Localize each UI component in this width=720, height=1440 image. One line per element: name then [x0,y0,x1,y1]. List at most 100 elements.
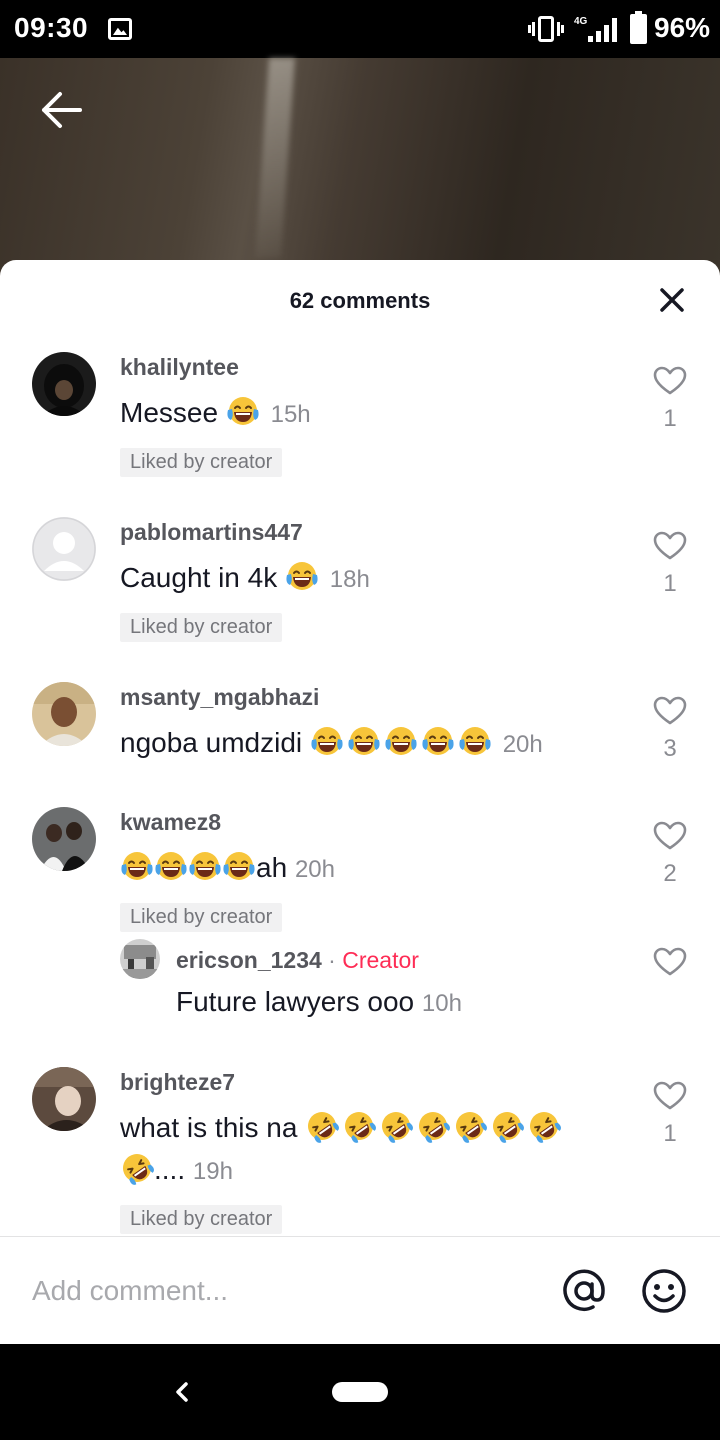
comment-text: what is this na .... 19h [120,1107,630,1193]
nav-back-button[interactable] [168,1372,194,1412]
comment-body: Caught in 4k [120,562,278,593]
comment-username[interactable]: pablomartins447 [120,509,630,547]
avatar[interactable] [32,682,96,746]
rolling-on-floor-laughing-emoji-icon [490,1109,524,1143]
separator-dot: · [328,947,336,973]
arrow-left-icon [42,92,82,128]
comment-input[interactable] [32,1267,532,1315]
reply-body: Future lawyers ooo [176,986,415,1017]
like-count: 1 [663,405,677,432]
heart-icon [653,696,687,726]
comment-item[interactable]: kwamez8 ah 20h Liked by creator 2 [0,799,720,939]
rolling-on-floor-laughing-emoji-icon [453,1109,487,1143]
comment-text: Caught in 4k 18h [120,557,630,601]
comment-time: 19h [192,1158,233,1185]
system-nav-bar [0,1344,720,1440]
comment-tail: .... [154,1154,186,1185]
back-button[interactable] [38,90,84,130]
tears-of-joy-emoji-icon [154,849,188,883]
tears-of-joy-emoji-icon [458,724,492,758]
avatar[interactable] [32,352,96,416]
sheet-header: 62 comments [0,260,720,344]
like-button[interactable] [650,947,690,982]
reply-username-line: ericson_1234 · Creator [176,939,630,975]
vibrate-icon [528,16,564,42]
tears-of-joy-emoji-icon [120,849,154,883]
tears-of-joy-emoji-icon [222,849,256,883]
battery-icon [630,11,647,44]
rolling-on-floor-laughing-emoji-icon [342,1109,376,1143]
heart-icon [653,531,687,561]
rolling-on-floor-laughing-emoji-icon [527,1109,561,1143]
tears-of-joy-emoji-icon [384,724,418,758]
heart-icon [653,366,687,396]
comment-count-title: 62 comments [289,288,431,313]
comment-item[interactable]: pablomartins447 Caught in 4k 18h Liked b… [0,509,720,674]
liked-by-creator-badge: Liked by creator [120,1205,283,1234]
avatar[interactable] [32,1067,96,1131]
like-count: 1 [663,1120,677,1147]
avatar[interactable] [32,807,96,871]
comment-time: 20h [502,731,543,758]
rolling-on-floor-laughing-emoji-icon [416,1109,450,1143]
comment-time: 15h [270,401,311,428]
video-background[interactable] [0,58,720,288]
smiley-icon [642,1269,686,1313]
reply-time: 10h [421,990,462,1017]
heart-icon [653,1081,687,1111]
status-bar: 09:30 4G 96% [0,0,720,58]
comment-composer [0,1236,720,1344]
reply-username[interactable]: ericson_1234 [176,947,322,973]
comment-text: Messee 15h [120,392,630,436]
tears-of-joy-emoji-icon [421,724,455,758]
comment-username[interactable]: msanty_mgabhazi [120,674,630,712]
comment-item[interactable]: msanty_mgabhazi ngoba umdzidi 20h 3 [0,674,720,799]
close-button[interactable] [656,284,688,316]
like-count: 1 [663,570,677,597]
like-button[interactable]: 3 [650,696,690,763]
like-button[interactable]: 1 [650,366,690,433]
liked-by-creator-badge: Liked by creator [120,448,283,477]
emoji-button[interactable] [640,1267,688,1315]
heart-icon [653,947,687,977]
status-time: 09:30 [14,12,89,43]
comments-sheet: 62 comments khalilyntee Messee 15h Liked… [0,260,720,1344]
avatar[interactable] [32,517,96,581]
video-light-streak [255,58,295,258]
mention-button[interactable] [560,1267,608,1315]
like-count: 3 [663,735,677,762]
signal-icon [588,18,620,42]
close-icon [660,288,684,312]
comment-body: Messee [120,397,219,428]
tears-of-joy-emoji-icon [347,724,381,758]
liked-by-creator-badge: Liked by creator [120,613,283,642]
rolling-on-floor-laughing-emoji-icon [120,1151,154,1185]
comment-username[interactable]: brighteze7 [120,1059,630,1097]
comment-time: 18h [329,566,370,593]
comment-username[interactable]: kwamez8 [120,799,630,837]
like-button[interactable]: 1 [650,1081,690,1148]
comment-item[interactable]: khalilyntee Messee 15h Liked by creator … [0,344,720,509]
creator-tag: Creator [342,947,419,973]
like-button[interactable]: 1 [650,531,690,598]
comment-time: 20h [294,856,335,883]
tears-of-joy-emoji-icon [188,849,222,883]
comment-text: ah 20h [120,847,630,891]
nav-back-icon [176,1382,188,1402]
liked-by-creator-badge: Liked by creator [120,903,283,932]
like-button[interactable]: 2 [650,821,690,888]
comment-item[interactable]: brighteze7 what is this na .... 19h Like… [0,1059,720,1236]
comment-username[interactable]: khalilyntee [120,344,630,382]
comment-body: what is this na [120,1112,298,1143]
reply-text: Future lawyers ooo 10h [176,981,630,1025]
home-pill-icon[interactable] [332,1382,388,1402]
reply-item[interactable]: ericson_1234 · Creator Future lawyers oo… [0,939,720,1059]
tears-of-joy-emoji-icon [285,559,319,593]
gallery-icon [108,18,132,40]
reply-avatar[interactable] [120,939,160,979]
network-type: 4G [574,16,588,27]
comment-body: ngoba umdzidi [120,727,303,758]
like-count: 2 [663,860,677,887]
tears-of-joy-emoji-icon [310,724,344,758]
comment-list[interactable]: khalilyntee Messee 15h Liked by creator … [0,344,720,1236]
